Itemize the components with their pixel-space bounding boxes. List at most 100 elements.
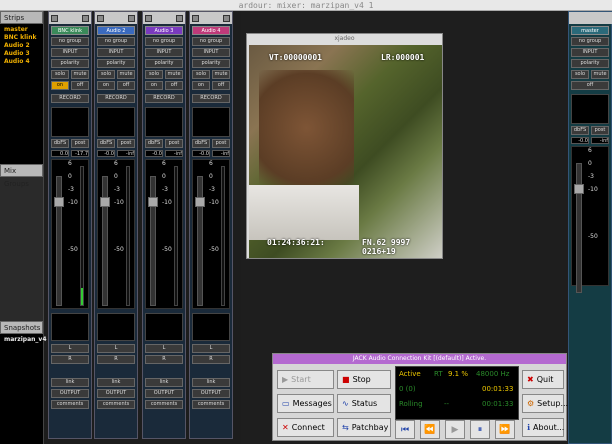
output-button[interactable]: OUTPUT — [51, 389, 89, 398]
record-button[interactable]: RECORD — [51, 94, 89, 103]
comments-button[interactable]: comments — [51, 400, 89, 409]
input-button[interactable]: INPUT — [97, 48, 135, 57]
stop-button[interactable]: ■ Stop — [337, 370, 391, 389]
input-button[interactable]: INPUT — [51, 48, 89, 57]
post-button[interactable]: post — [212, 139, 230, 148]
group-button[interactable]: no group — [51, 37, 89, 46]
strip-list-item[interactable]: master — [0, 26, 43, 34]
snapshots-header[interactable]: Snapshots — [0, 321, 43, 334]
master-off-button[interactable]: off — [571, 81, 609, 90]
post-button[interactable]: post — [165, 139, 183, 148]
mute-button[interactable]: mute — [71, 70, 89, 79]
start-button[interactable]: ▶ Start — [277, 370, 334, 389]
strip-name-button[interactable]: BNC klink — [51, 26, 89, 35]
solo-button[interactable]: solo — [192, 70, 210, 79]
master-gain-display[interactable]: -0.0 — [571, 137, 589, 144]
strip-collapse-icon[interactable] — [51, 14, 58, 22]
play-button[interactable]: ▶ — [445, 420, 465, 439]
pan-slider[interactable]: L — [97, 344, 135, 353]
mute-button[interactable]: mute — [165, 70, 183, 79]
strip-close-icon[interactable] — [223, 14, 230, 22]
off-button[interactable]: off — [165, 81, 183, 90]
comments-button[interactable]: comments — [145, 400, 183, 409]
strip-list-item[interactable]: Audio 3 — [0, 50, 43, 58]
output-button[interactable]: OUTPUT — [145, 389, 183, 398]
post-button[interactable]: post — [117, 139, 135, 148]
record-button[interactable]: RECORD — [97, 94, 135, 103]
pan-slider[interactable]: L — [51, 344, 89, 353]
master-dbfs-button[interactable]: dbFS — [571, 126, 589, 135]
dbfs-button[interactable]: dbFS — [97, 139, 115, 148]
strips-header[interactable]: Strips — [0, 11, 43, 24]
strip-collapse-icon[interactable] — [97, 14, 104, 22]
gain-fader[interactable] — [148, 176, 158, 306]
master-input-button[interactable]: INPUT — [571, 48, 609, 57]
gain-fader[interactable] — [195, 176, 205, 306]
strip-name-button[interactable]: Audio 4 — [192, 26, 230, 35]
mix-groups-header[interactable]: Mix Groups — [0, 164, 43, 188]
group-button[interactable]: no group — [145, 37, 183, 46]
polarity-button[interactable]: polarity — [145, 59, 183, 68]
pause-button[interactable]: ⏸ — [470, 420, 490, 439]
post-button[interactable]: post — [71, 139, 89, 148]
output-button[interactable]: OUTPUT — [192, 389, 230, 398]
output-button[interactable]: OUTPUT — [97, 389, 135, 398]
comments-button[interactable]: comments — [97, 400, 135, 409]
master-solo-button[interactable]: solo — [571, 70, 589, 79]
quit-button[interactable]: ✖ Quit — [522, 370, 564, 389]
comments-button[interactable]: comments — [192, 400, 230, 409]
rewind-button[interactable]: ⏪ — [420, 420, 440, 439]
master-post-button[interactable]: post — [591, 126, 609, 135]
strip-list-item[interactable]: BNC klink — [0, 34, 43, 42]
group-button[interactable]: no group — [97, 37, 135, 46]
rewind-start-button[interactable]: ⏮ — [395, 420, 415, 439]
solo-button[interactable]: solo — [51, 70, 69, 79]
off-button[interactable]: off — [71, 81, 89, 90]
strip-collapse-icon[interactable] — [145, 14, 152, 22]
solo-isolate-button[interactable]: on — [51, 81, 69, 90]
mute-button[interactable]: mute — [117, 70, 135, 79]
strip-close-icon[interactable] — [128, 14, 135, 22]
solo-button[interactable]: solo — [145, 70, 163, 79]
record-button[interactable]: RECORD — [192, 94, 230, 103]
dbfs-button[interactable]: dbFS — [145, 139, 163, 148]
input-button[interactable]: INPUT — [192, 48, 230, 57]
strip-name-button[interactable]: Audio 3 — [145, 26, 183, 35]
off-button[interactable]: off — [117, 81, 135, 90]
link-button[interactable]: link — [145, 378, 183, 387]
group-button[interactable]: no group — [192, 37, 230, 46]
pan-slider[interactable]: L — [145, 344, 183, 353]
fader-knob[interactable] — [195, 197, 205, 207]
pan-r-slider[interactable]: R — [145, 355, 183, 364]
forward-button[interactable]: ⏩ — [495, 420, 515, 439]
connect-button[interactable]: ✕ Connect — [277, 418, 334, 437]
master-name[interactable]: master — [571, 26, 609, 35]
dbfs-button[interactable]: dbFS — [192, 139, 210, 148]
master-fader[interactable] — [574, 163, 584, 293]
off-button[interactable]: off — [212, 81, 230, 90]
patchbay-button[interactable]: ⇆ Patchbay — [337, 418, 391, 437]
input-button[interactable]: INPUT — [145, 48, 183, 57]
link-button[interactable]: link — [97, 378, 135, 387]
polarity-button[interactable]: polarity — [51, 59, 89, 68]
gain-fader[interactable] — [100, 176, 110, 306]
gain-display[interactable]: -0.0 — [192, 150, 210, 157]
strip-list-item[interactable]: Audio 4 — [0, 58, 43, 66]
fader-knob[interactable] — [54, 197, 64, 207]
solo-isolate-button[interactable]: on — [145, 81, 163, 90]
gain-display[interactable]: 0.0 — [51, 150, 69, 157]
snapshot-item[interactable]: marzipan_v4 — [0, 334, 47, 344]
gain-fader[interactable] — [54, 176, 64, 306]
dbfs-button[interactable]: dbFS — [51, 139, 69, 148]
strip-collapse-icon[interactable] — [192, 14, 199, 22]
polarity-button[interactable]: polarity — [192, 59, 230, 68]
pan-r-slider[interactable]: R — [97, 355, 135, 364]
status-button[interactable]: ∿ Status — [337, 394, 391, 413]
solo-button[interactable]: solo — [97, 70, 115, 79]
polarity-button[interactable]: polarity — [97, 59, 135, 68]
solo-isolate-button[interactable]: on — [97, 81, 115, 90]
gain-display[interactable]: -0.0 — [97, 150, 115, 157]
fader-knob[interactable] — [148, 197, 158, 207]
master-fader-knob[interactable] — [574, 184, 584, 194]
master-polarity-button[interactable]: polarity — [571, 59, 609, 68]
